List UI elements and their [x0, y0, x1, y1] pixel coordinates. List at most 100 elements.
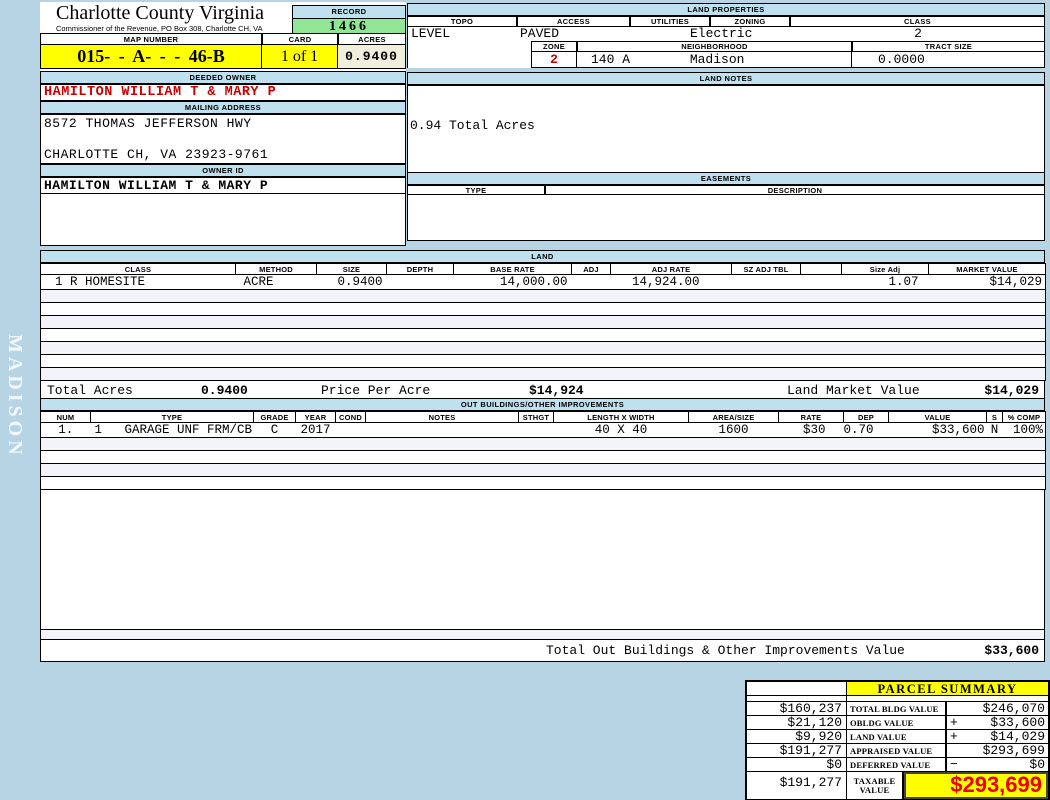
- class-value: 2: [914, 26, 922, 41]
- ob-pct-comp: 100%: [1002, 422, 1046, 438]
- map-card-acres-values: 015- - A- - - 46-B 1 of 1 0.9400: [40, 45, 406, 69]
- ob-empty-row: [40, 437, 1046, 451]
- parcel-summary-title: PARCEL SUMMARY: [847, 682, 1048, 696]
- land-col-class: CLASS: [40, 263, 236, 275]
- ob-sthgt: [518, 422, 554, 438]
- land-row: 1 R HOMESITE ACRE 0.9400 14,000.00 14,92…: [40, 274, 1046, 290]
- land-class: 1 R HOMESITE: [40, 274, 236, 290]
- prior-deferred: $0: [747, 758, 847, 772]
- easement-description-label: DESCRIPTION: [545, 185, 1045, 195]
- ob-row: 1. 1 GARAGE UNF FRM/CB C 2017 40 X 40 16…: [40, 422, 1046, 438]
- access-value: PAVED: [520, 26, 560, 41]
- prior-land: $9,920: [747, 730, 847, 744]
- label-appraised: APPRAISED VALUE: [847, 744, 947, 758]
- mailing-address-box: 8572 THOMAS JEFFERSON HWY CHARLOTTE CH, …: [40, 114, 406, 164]
- label-deferred: DEFERRED VALUE: [847, 758, 947, 772]
- address-line-2: CHARLOTTE CH, VA 23923-9761: [44, 147, 269, 162]
- op-deferred: −: [950, 757, 958, 772]
- ob-col-dep: DEP: [843, 411, 889, 423]
- label-obldg: OBLDG VALUE: [847, 716, 947, 730]
- map-number-label: MAP NUMBER: [40, 33, 262, 45]
- out-buildings-title: OUT BUILDINGS/OTHER IMPROVEMENTS: [40, 398, 1045, 411]
- land-panel: LAND CLASS METHOD SIZE DEPTH BASE RATE A…: [40, 250, 1046, 402]
- value-obldg: $33,600: [990, 715, 1045, 730]
- zone-neighborhood-block: ZONE NEIGHBORHOOD TRACT SIZE 2 140 A Mad…: [407, 41, 1045, 68]
- ob-col-value: VALUE: [888, 411, 987, 423]
- land-depth: [386, 274, 454, 290]
- land-base-rate: 14,000.00: [453, 274, 572, 290]
- out-buildings-table: NUM TYPE GRADE YEAR COND NOTES STHGT LEN…: [40, 411, 1046, 490]
- zone-values: 2 140 A Madison 0.0000: [531, 52, 1045, 68]
- easements-panel: EASEMENTS TYPE DESCRIPTION: [407, 172, 1045, 241]
- out-buildings-panel: OUT BUILDINGS/OTHER IMPROVEMENTS NUM TYP…: [40, 398, 1046, 662]
- summary-row-taxable: $191,277 TAXABLE VALUE $293,699: [747, 772, 1048, 799]
- op-appraised: [947, 744, 964, 757]
- deeded-owner-label: DEEDED OWNER: [40, 71, 406, 84]
- property-record-card: MADISON Charlotte County Virginia Commis…: [0, 0, 1050, 800]
- summary-row-obldg: $21,120 OBLDG VALUE + $33,600: [747, 716, 1048, 730]
- value-total-bldg: $246,070: [982, 701, 1045, 716]
- county-subtitle: Commissioner of the Revenue, PO Box 308,…: [56, 24, 263, 33]
- easements-body: [407, 195, 1045, 241]
- value-appraised: $293,699: [982, 743, 1045, 758]
- ob-col-year: YEAR: [295, 411, 336, 423]
- easement-type-label: TYPE: [407, 185, 545, 195]
- value-deferred-wrap: − $0: [947, 758, 1048, 772]
- deeded-owner-value: HAMILTON WILLIAM T & MARY P: [40, 84, 406, 101]
- county-header: Charlotte County Virginia Commissioner o…: [40, 2, 406, 35]
- ob-area-size: 1600: [688, 422, 779, 438]
- ob-empty-row: [40, 463, 1046, 477]
- land-market-value: $14,029: [928, 274, 1046, 290]
- out-buildings-total-row: Total Out Buildings & Other Improvements…: [40, 639, 1045, 662]
- op-total-bldg: [947, 702, 964, 715]
- land-col-depth: DEPTH: [386, 263, 454, 275]
- land-empty-row: [40, 328, 1046, 342]
- land-size: 0.9400: [316, 274, 387, 290]
- map-number-value: 015- - A- - - 46-B: [40, 45, 262, 69]
- land-header-row: CLASS METHOD SIZE DEPTH BASE RATE ADJ AD…: [40, 263, 1046, 275]
- land-table: CLASS METHOD SIZE DEPTH BASE RATE ADJ AD…: [40, 263, 1046, 381]
- record-label: RECORD: [292, 5, 406, 19]
- land-col-adj-rate: ADJ RATE: [610, 263, 732, 275]
- land-empty-row: [40, 302, 1046, 316]
- land-col-base-rate: BASE RATE: [453, 263, 572, 275]
- ob-year: 2017: [295, 422, 336, 438]
- land-col-market-value: MARKET VALUE: [928, 263, 1046, 275]
- value-deferred: $0: [1029, 757, 1045, 772]
- land-properties-values: LEVEL PAVED Electric 2: [407, 27, 1045, 41]
- land-notes-panel: LAND NOTES 0.94 Total Acres: [407, 72, 1045, 173]
- value-obldg-wrap: + $33,600: [947, 716, 1048, 730]
- parcel-summary: PARCEL SUMMARY $160,237 TOTAL BLDG VALUE…: [745, 680, 1050, 800]
- value-land: $14,029: [990, 729, 1045, 744]
- label-total-bldg: TOTAL BLDG VALUE: [847, 702, 947, 716]
- ob-cond: [335, 422, 366, 438]
- card-label: CARD: [262, 33, 338, 45]
- easements-title: EASEMENTS: [407, 172, 1045, 185]
- ob-num: 1.: [40, 422, 91, 438]
- land-empty-row: [40, 289, 1046, 303]
- land-empty-row: [40, 341, 1046, 355]
- county-title: Charlotte County Virginia: [56, 2, 265, 24]
- neighborhood-name: Madison: [689, 52, 745, 67]
- parcel-summary-header: PARCEL SUMMARY: [747, 682, 1048, 696]
- out-buildings-stripe: [40, 629, 1045, 639]
- card-value: 1 of 1: [262, 45, 338, 69]
- land-adj: [571, 274, 611, 290]
- land-empty-row: [40, 354, 1046, 368]
- land-sz-adj-tbl: [731, 274, 801, 290]
- acres-label: ACRES: [338, 33, 406, 45]
- topo-column-space: [407, 41, 531, 68]
- ob-col-grade: GRADE: [253, 411, 296, 423]
- ob-grade: C: [253, 422, 296, 438]
- ob-col-num: NUM: [40, 411, 91, 423]
- land-notes-body: 0.94 Total Acres: [407, 85, 1045, 173]
- value-appraised-wrap: $293,699: [947, 744, 1048, 758]
- land-col-size-adj: Size Adj: [841, 263, 929, 275]
- ob-col-pct-comp: % COMP: [1002, 411, 1046, 423]
- ob-notes: [365, 422, 519, 438]
- ob-total-label: Total Out Buildings & Other Improvements…: [546, 643, 905, 658]
- ob-value: $33,600: [888, 422, 987, 438]
- ob-col-rate: RATE: [778, 411, 844, 423]
- easements-headers: TYPE DESCRIPTION: [407, 185, 1045, 195]
- district-watermark: MADISON: [4, 334, 26, 459]
